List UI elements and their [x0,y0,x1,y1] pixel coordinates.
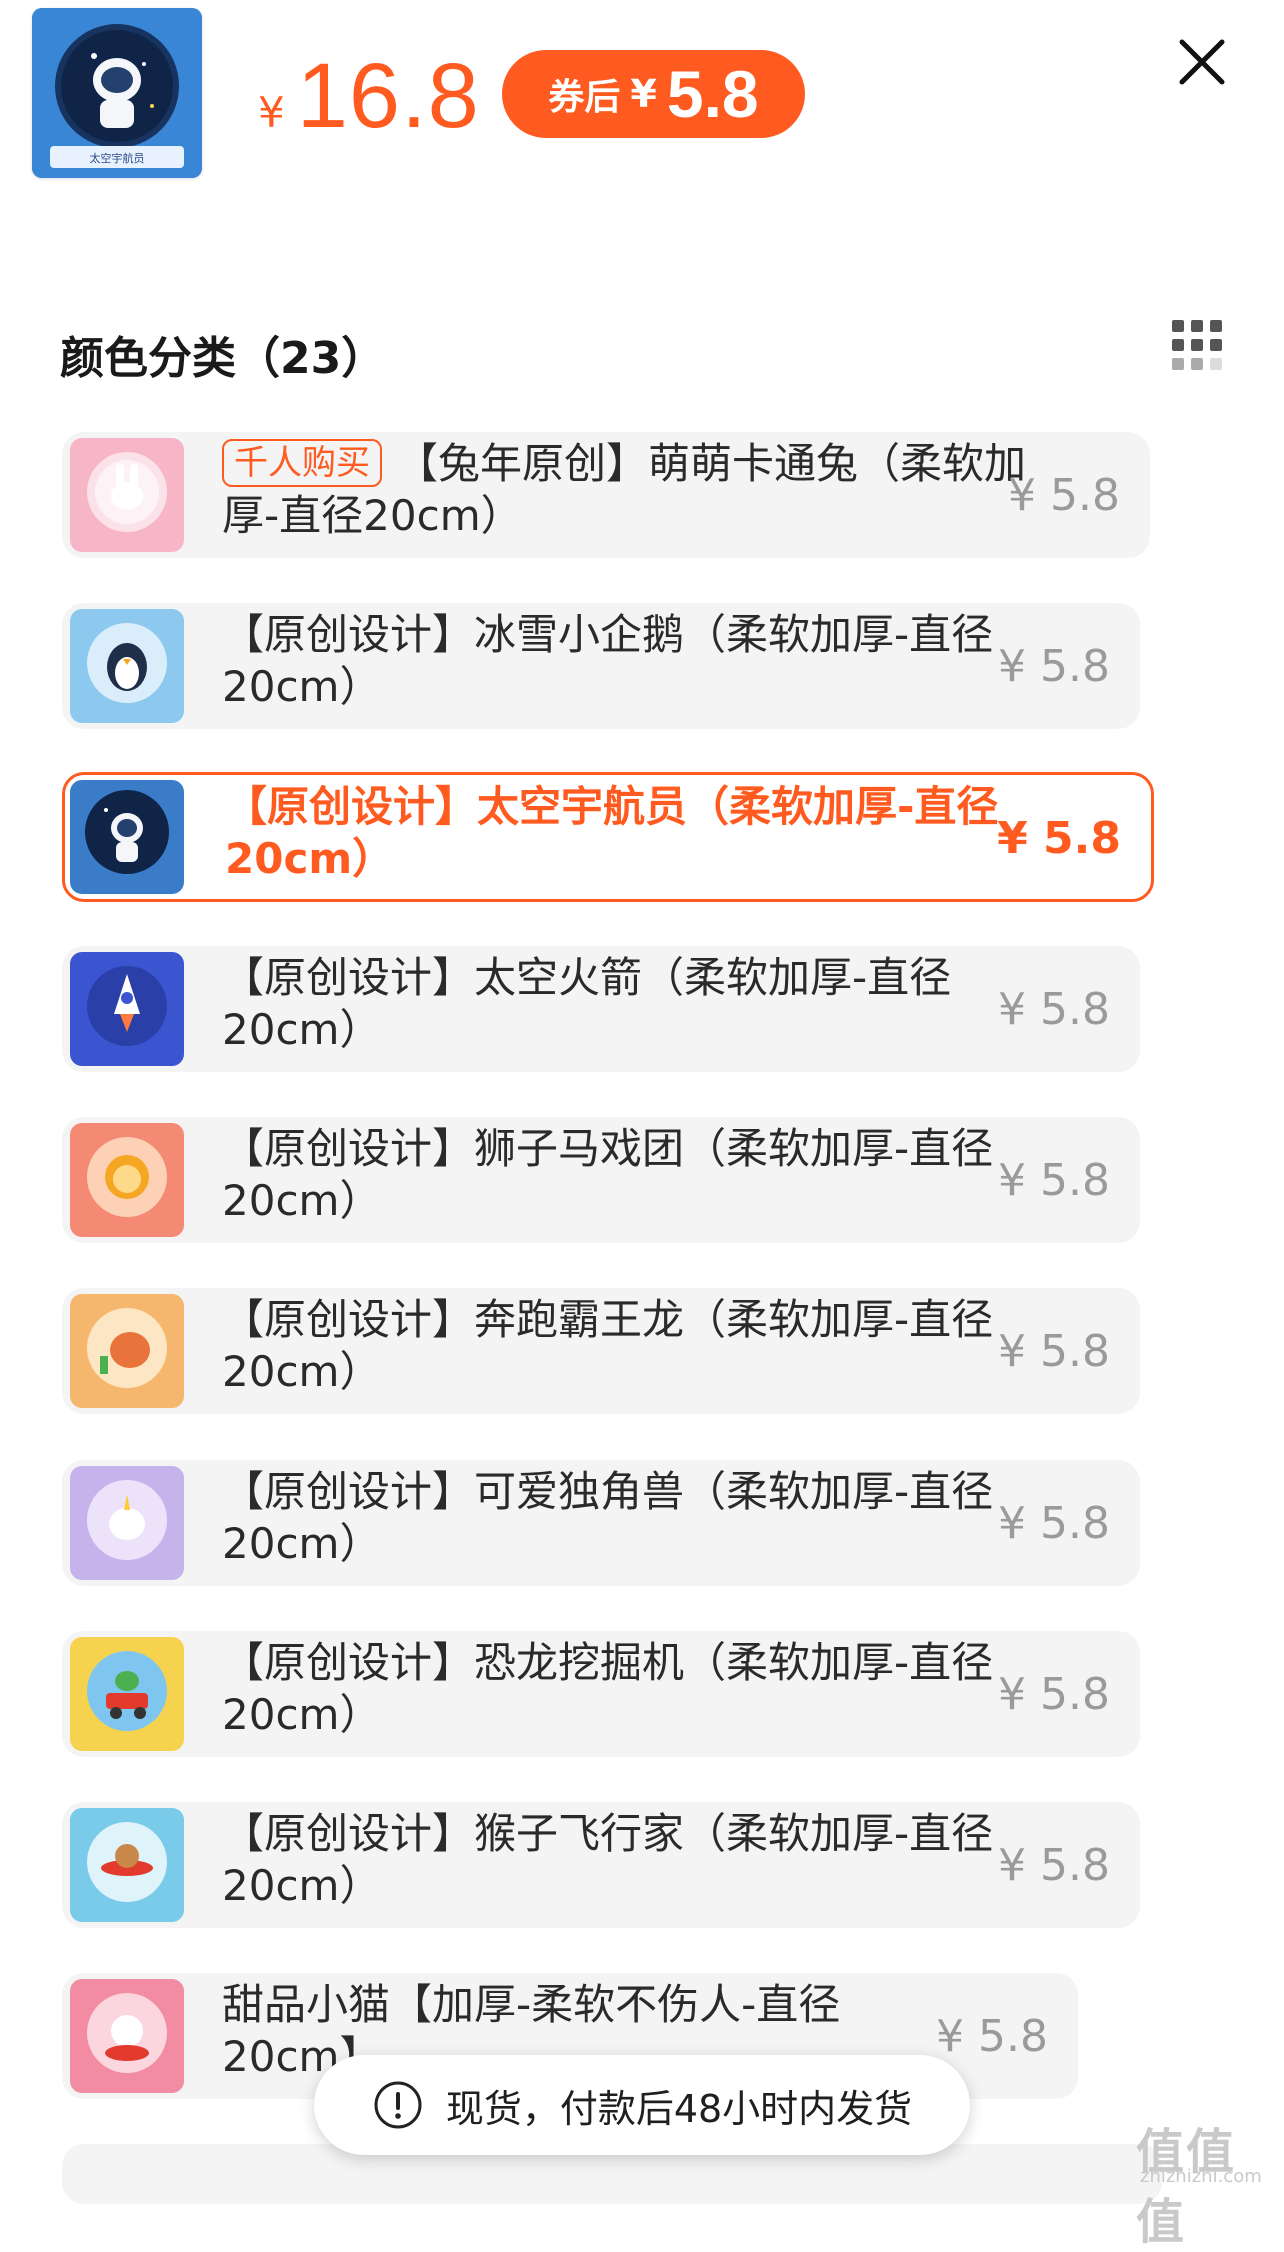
sku-option-row[interactable]: 千人购买 【兔年原创】萌萌卡通兔（柔软加厚-直径20cm） ¥ 5.8 [62,432,1150,558]
coupon-currency: ¥ [630,72,657,116]
sku-option-row[interactable]: 【原创设计】太空火箭（柔软加厚-直径20cm） ¥ 5.8 [62,946,1140,1072]
price-value: 16.8 [296,45,480,147]
sku-price: ¥ 5.8 [997,812,1121,864]
sku-option-row[interactable]: 【原创设计】冰雪小企鹅（柔软加厚-直径20cm） ¥ 5.8 [62,603,1140,729]
sku-name: 【原创设计】狮子马戏团（柔软加厚-直径20cm） [222,1124,994,1225]
sku-thumbnail [70,1979,184,2093]
sku-thumbnail [70,1123,184,1237]
section-title: 颜色分类（23） [60,333,386,384]
exclamation-icon [374,2081,422,2129]
sku-name: 【原创设计】奔跑霸王龙（柔软加厚-直径20cm） [222,1295,994,1396]
sku-name: 【原创设计】太空火箭（柔软加厚-直径20cm） [222,953,952,1054]
sku-name: 【原创设计】冰雪小企鹅（柔软加厚-直径20cm） [222,610,994,711]
sku-option-row-selected[interactable]: 【原创设计】太空宇航员（柔软加厚-直径20cm） ¥ 5.8 [62,772,1154,902]
sku-price: ¥ 5.8 [1008,469,1120,521]
sku-option-row[interactable]: 【原创设计】奔跑霸王龙（柔软加厚-直径20cm） ¥ 5.8 [62,1288,1140,1414]
watermark-url: zhizhizhi.com [1140,2166,1262,2187]
sku-price: ¥ 5.8 [998,1154,1110,1206]
original-price: ¥ 16.8 [258,44,480,154]
astronaut-image: 太空宇航员 [32,8,202,178]
shipping-toast: 现货，付款后48小时内发货 [314,2055,970,2155]
sku-price: ¥ 5.8 [998,1668,1110,1720]
sku-thumbnail [70,1808,184,1922]
sku-thumbnail [70,1466,184,1580]
sku-name: 【原创设计】太空宇航员（柔软加厚-直径20cm） [225,782,999,883]
coupon-price-badge: 券后 ¥ 5.8 [502,50,805,138]
sku-name: 【原创设计】可爱独角兽（柔软加厚-直径20cm） [222,1467,994,1568]
sku-price: ¥ 5.8 [998,1839,1110,1891]
sku-price: ¥ 5.8 [998,1325,1110,1377]
sku-thumbnail [70,780,184,894]
grid-icon [1172,320,1222,370]
thumbnail-caption: 太空宇航员 [90,151,145,165]
sku-option-row[interactable]: 【原创设计】可爱独角兽（柔软加厚-直径20cm） ¥ 5.8 [62,1460,1140,1586]
sku-thumbnail [70,952,184,1066]
price-currency: ¥ [258,88,285,137]
sku-thumbnail [70,609,184,723]
sku-option-row[interactable]: 【原创设计】恐龙挖掘机（柔软加厚-直径20cm） ¥ 5.8 [62,1631,1140,1757]
sku-name: 【原创设计】恐龙挖掘机（柔软加厚-直径20cm） [222,1638,994,1739]
sku-thumbnail [70,438,184,552]
sku-option-row[interactable]: 【原创设计】狮子马戏团（柔软加厚-直径20cm） ¥ 5.8 [62,1117,1140,1243]
product-thumbnail[interactable]: 太空宇航员 [32,8,202,178]
sku-price: ¥ 5.8 [998,983,1110,1035]
sku-thumbnail [70,1294,184,1408]
sku-name-wrap: 千人购买 【兔年原创】萌萌卡通兔（柔软加厚-直径20cm） [222,438,1042,542]
sku-price: ¥ 5.8 [998,1497,1110,1549]
close-icon [1179,39,1225,85]
close-button[interactable] [1170,30,1234,94]
sku-option-row[interactable]: 【原创设计】猴子飞行家（柔软加厚-直径20cm） ¥ 5.8 [62,1802,1140,1928]
sku-name: 【原创设计】猴子飞行家（柔软加厚-直径20cm） [222,1809,994,1910]
toast-text: 现货，付款后48小时内发货 [445,2086,913,2131]
sku-price: ¥ 5.8 [998,640,1110,692]
sku-thumbnail [70,1637,184,1751]
coupon-label: 券后 [548,77,621,118]
coupon-price-value: 5.8 [666,57,759,131]
grid-view-toggle[interactable] [1170,318,1224,372]
popular-tag: 千人购买 [222,439,382,487]
